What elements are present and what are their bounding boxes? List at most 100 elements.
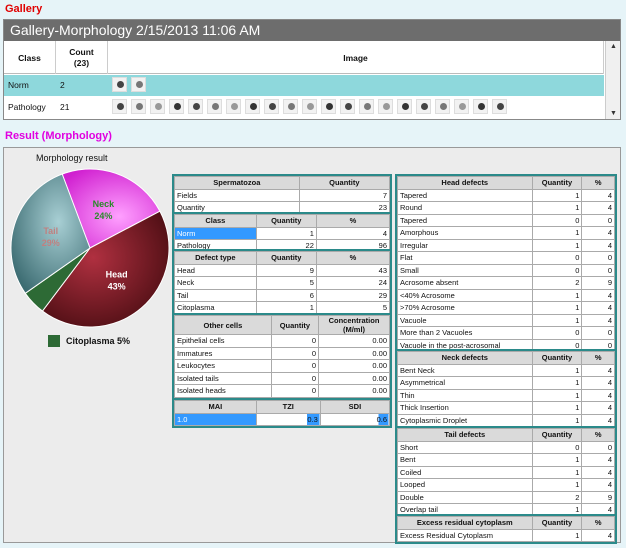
table-row[interactable]: Immatures 0 0.00: [174, 346, 390, 360]
cell-thumbnail[interactable]: [188, 99, 203, 114]
table-cell: 0: [531, 326, 583, 340]
table-row[interactable]: Isolated tails 0 0.00: [174, 371, 390, 385]
table-row[interactable]: Thin 1 4: [397, 388, 615, 402]
table-cell: 1: [531, 301, 583, 315]
table-row[interactable]: Cytoplasmic Droplet 1 4: [397, 413, 615, 427]
table-row[interactable]: Bent 1 4: [397, 453, 615, 467]
table-cell: 1: [531, 288, 583, 302]
table-row[interactable]: Amorphous 1 4: [397, 226, 615, 240]
cell-thumbnail[interactable]: [473, 99, 488, 114]
table-cell: Cytoplasmic Droplet: [397, 413, 533, 427]
chart-title: Morphology result: [36, 153, 108, 163]
table-row[interactable]: Head 9 43: [174, 263, 391, 277]
table-cell: Immatures: [174, 346, 272, 360]
tzi-value: 0.3: [255, 412, 321, 426]
column-header: %: [581, 176, 615, 190]
column-header: Concentration (M/ml): [318, 315, 390, 335]
table-row[interactable]: Isolated heads 0 0.00: [174, 384, 390, 398]
cell-thumbnail[interactable]: [321, 99, 336, 114]
table-cell: 9: [581, 276, 615, 290]
column-header-count[interactable]: Count (23): [56, 41, 108, 74]
cell-thumbnail[interactable]: [169, 99, 184, 114]
table-row[interactable]: Excess Residual Cytoplasm 1 4: [397, 528, 615, 542]
scroll-down-icon[interactable]: ▼: [606, 108, 621, 119]
table-row[interactable]: Looped 1 4: [397, 478, 615, 492]
pie-label-neck: Neck: [93, 199, 116, 209]
table-row[interactable]: Neck 5 24: [174, 276, 391, 290]
table-row[interactable]: 1.0 0.3 0.6: [174, 412, 391, 426]
table-cell: 4: [581, 478, 615, 492]
cell-thumbnail[interactable]: [112, 77, 127, 92]
table-row[interactable]: Leukocytes 0 0.00: [174, 359, 390, 373]
table-row[interactable]: Irregular 1 4: [397, 238, 615, 252]
table-row[interactable]: Tapered 1 4: [397, 188, 615, 202]
table-cell: Fields: [174, 188, 300, 202]
table-row[interactable]: Flat 0 0: [397, 251, 615, 265]
cell-thumbnail[interactable]: [150, 99, 165, 114]
table-cell: Epithelial cells: [174, 334, 272, 348]
column-header-image[interactable]: Image: [108, 41, 604, 74]
table-row[interactable]: Double 2 9: [397, 490, 615, 504]
table-row[interactable]: Tapered 0 0: [397, 213, 615, 227]
scroll-up-icon[interactable]: ▲: [606, 41, 621, 52]
table-cell: 2: [531, 490, 583, 504]
cell-thumbnail[interactable]: [492, 99, 507, 114]
cell-thumbnail[interactable]: [454, 99, 469, 114]
table-cell: 0.00: [318, 384, 390, 398]
table-cell: Neck: [174, 276, 257, 290]
table-row[interactable]: Tail 6 29: [174, 288, 391, 302]
cell-thumbnail[interactable]: [264, 99, 279, 114]
table-row[interactable]: >70% Acrosome 1 4: [397, 301, 615, 315]
table-cell: 1: [531, 226, 583, 240]
table-cell: 1: [531, 401, 583, 415]
table-row[interactable]: Epithelial cells 0 0.00: [174, 334, 390, 348]
cell-thumbnail[interactable]: [435, 99, 450, 114]
table-row[interactable]: Norm 1 4: [174, 226, 391, 240]
table-row[interactable]: Fields 7: [174, 188, 391, 202]
table-cell: 0: [531, 251, 583, 265]
column-header: Spermatozoa: [174, 176, 300, 190]
cell-thumbnail[interactable]: [131, 77, 146, 92]
gallery-header: Gallery-Morphology 2/15/2013 11:06 AM: [4, 20, 620, 41]
table-row[interactable]: Short 0 0: [397, 440, 615, 454]
table-row[interactable]: Small 0 0: [397, 263, 615, 277]
cell-thumbnail[interactable]: [131, 99, 146, 114]
cell-thumbnail[interactable]: [359, 99, 374, 114]
indices-table: MAI TZI SDI 1.0 0.3 0.6: [172, 398, 392, 428]
cell-thumbnail[interactable]: [112, 99, 127, 114]
cell-thumbnail[interactable]: [207, 99, 222, 114]
table-cell: 4: [581, 188, 615, 202]
cell-thumbnail[interactable]: [226, 99, 241, 114]
cell-thumbnail[interactable]: [283, 99, 298, 114]
table-row[interactable]: More than 2 Vacuoles 0 0: [397, 326, 615, 340]
table-row[interactable]: Bent Neck 1 4: [397, 363, 615, 377]
cell-thumbnail[interactable]: [340, 99, 355, 114]
table-row[interactable]: Asymmetrical 1 4: [397, 376, 615, 390]
gallery-scrollbar[interactable]: ▲ ▼: [605, 41, 620, 119]
result-panel: Morphology result Head 43% Neck 24% Tail 29% …: [3, 147, 621, 544]
gallery-row-norm[interactable]: Norm 2: [4, 75, 604, 96]
table-row[interactable]: Coiled 1 4: [397, 465, 615, 479]
table-cell: 0: [270, 371, 320, 385]
table-cell: 7: [298, 188, 391, 202]
table-row[interactable]: Thick Insertion 1 4: [397, 401, 615, 415]
table-cell: 5: [255, 276, 317, 290]
table-header-row: Spermatozoa Quantity: [174, 176, 391, 190]
cell-thumbnail[interactable]: [416, 99, 431, 114]
table-row[interactable]: <40% Acrosome 1 4: [397, 288, 615, 302]
table-row[interactable]: Vacuole 1 4: [397, 313, 615, 327]
table-cell: 4: [581, 413, 615, 427]
column-header: Quantity: [298, 176, 391, 190]
cell-thumbnail[interactable]: [302, 99, 317, 114]
table-cell: 0.00: [318, 371, 390, 385]
gallery-row-pathology[interactable]: Pathology 21: [4, 97, 604, 118]
column-header: Quantity: [255, 251, 317, 265]
table-cell: Tail: [174, 288, 257, 302]
cell-thumbnail[interactable]: [397, 99, 412, 114]
table-row[interactable]: Round 1 4: [397, 201, 615, 215]
table-row[interactable]: Acrosome absent 2 9: [397, 276, 615, 290]
table-cell: Bent: [397, 453, 533, 467]
cell-thumbnail[interactable]: [378, 99, 393, 114]
cell-thumbnail[interactable]: [245, 99, 260, 114]
column-header-class[interactable]: Class: [4, 41, 56, 74]
